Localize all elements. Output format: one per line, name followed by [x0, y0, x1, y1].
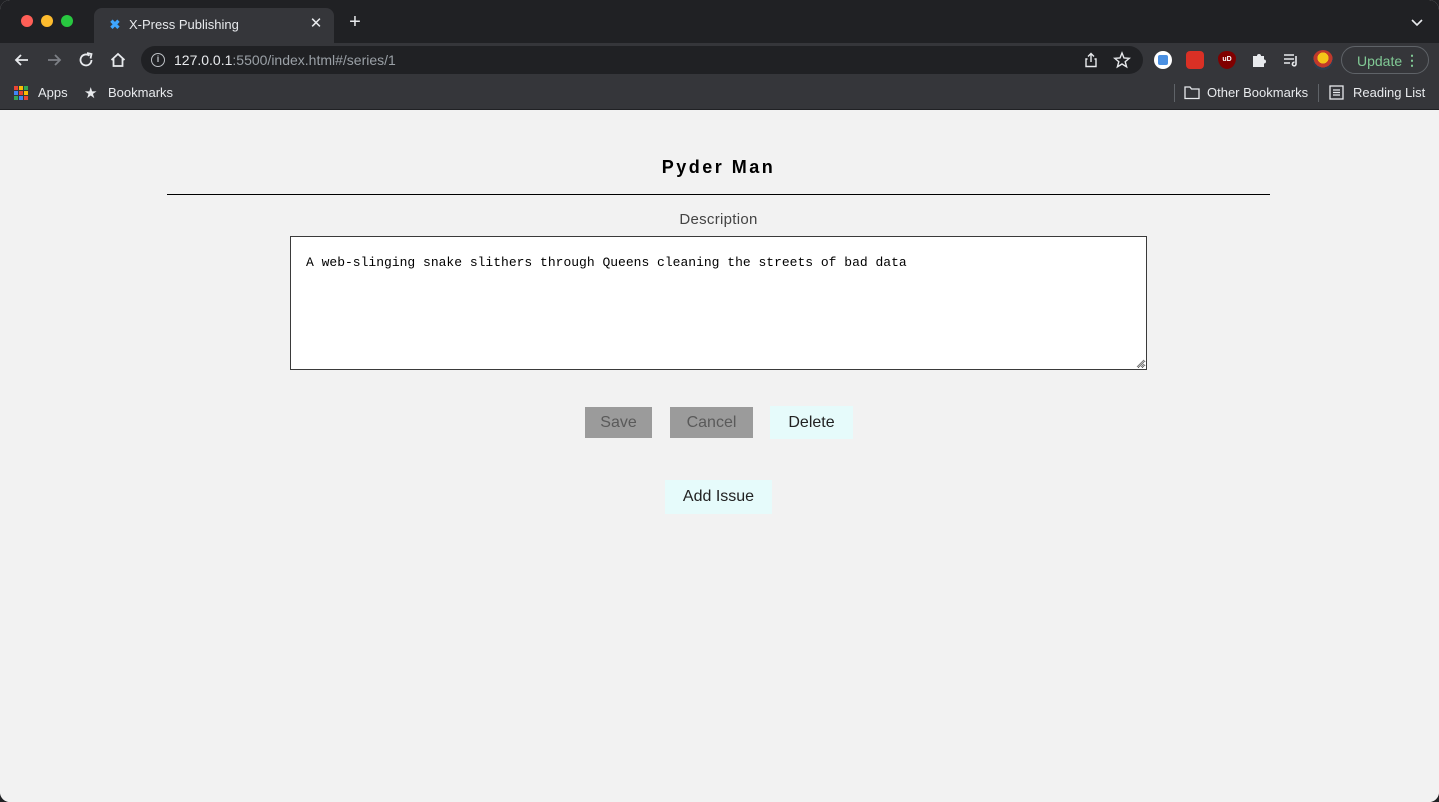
other-bookmarks-label: Other Bookmarks	[1207, 85, 1309, 100]
bookmark-apps-label: Apps	[38, 85, 68, 100]
reading-list-label: Reading List	[1353, 85, 1426, 100]
bookmarks-divider	[1318, 84, 1319, 102]
resize-handle-icon[interactable]	[1136, 359, 1145, 368]
minimize-window-button[interactable]	[41, 15, 53, 27]
save-button[interactable]: Save	[585, 407, 652, 438]
update-button[interactable]: Update ⋮	[1341, 46, 1429, 74]
bookmarks-divider	[1174, 84, 1175, 102]
maximize-window-button[interactable]	[61, 15, 73, 27]
page-content: Pyder Man Description Save Cancel Delete…	[0, 111, 1439, 802]
description-textarea[interactable]	[290, 236, 1147, 370]
more-menu-icon[interactable]: ⋮	[1405, 51, 1419, 69]
profile-avatar[interactable]	[1313, 50, 1333, 70]
title-divider	[167, 194, 1270, 195]
bookmark-star-icon[interactable]	[1113, 51, 1131, 69]
tab-search-chevron-icon[interactable]	[1409, 14, 1425, 30]
tab-strip: ✖ X-Press Publishing ✕ +	[0, 0, 1439, 43]
cancel-button[interactable]: Cancel	[670, 407, 753, 438]
close-tab-icon[interactable]: ✕	[307, 15, 325, 33]
address-bar[interactable]: i 127.0.0.1:5500/index.html#/series/1	[141, 46, 1143, 74]
series-title: Pyder Man	[661, 157, 776, 177]
home-icon[interactable]	[108, 50, 128, 70]
update-label: Update	[1357, 53, 1403, 69]
description-label: Description	[679, 211, 758, 228]
reading-list-icon	[1329, 85, 1344, 100]
reload-icon[interactable]	[76, 50, 96, 70]
url-text: 127.0.0.1:5500/index.html#/series/1	[174, 52, 396, 68]
browser-window: ✖ X-Press Publishing ✕ + i 127.0.0.1:550…	[0, 0, 1439, 802]
apps-grid-icon	[14, 86, 28, 100]
extension-red-icon[interactable]	[1186, 51, 1204, 69]
tab-title: X-Press Publishing	[129, 17, 239, 32]
browser-toolbar: i 127.0.0.1:5500/index.html#/series/1 uD…	[0, 43, 1439, 77]
site-info-icon[interactable]: i	[151, 53, 165, 67]
new-tab-button[interactable]: +	[345, 12, 365, 32]
forward-arrow-icon[interactable]	[44, 50, 64, 70]
share-icon[interactable]	[1083, 52, 1099, 68]
back-arrow-icon[interactable]	[12, 50, 32, 70]
folder-icon	[1184, 86, 1200, 100]
ublock-origin-icon[interactable]: uD	[1218, 51, 1236, 69]
tab-x-press-publishing[interactable]: ✖ X-Press Publishing ✕	[94, 8, 334, 43]
media-queue-icon[interactable]	[1282, 51, 1300, 69]
bookmarks-bar: Apps ★ Bookmarks Other Bookmarks Reading…	[0, 77, 1439, 110]
extension-chat-icon[interactable]	[1154, 51, 1172, 69]
star-icon: ★	[84, 85, 98, 102]
x-press-favicon-icon: ✖	[109, 17, 121, 32]
add-issue-button[interactable]: Add Issue	[665, 480, 772, 514]
bookmark-bookmarks-label: Bookmarks	[108, 85, 174, 100]
close-window-button[interactable]	[21, 15, 33, 27]
delete-button[interactable]: Delete	[770, 406, 853, 439]
extensions-puzzle-icon[interactable]	[1250, 51, 1268, 69]
